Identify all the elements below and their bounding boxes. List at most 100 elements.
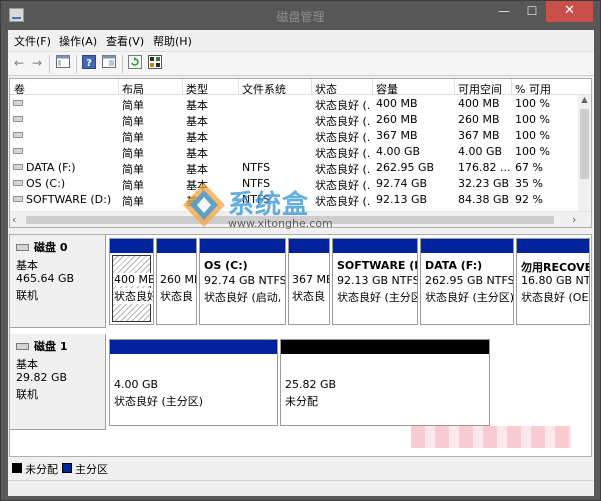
watermark-name: 系统盒	[228, 190, 310, 220]
column-divider[interactable]	[372, 79, 373, 95]
forward-arrow-icon[interactable]: →	[28, 55, 46, 73]
volume-free-space: 84.38 GB	[458, 193, 510, 206]
minimize-button[interactable]: —	[490, 1, 518, 22]
volume-name: SOFTWARE (D:)	[26, 193, 112, 206]
drive-icon	[13, 180, 23, 186]
table-row[interactable]: DATA (F:) 简单 基本 NTFS 状态良好 (... 262.95 GB…	[10, 159, 578, 176]
volume-free-space: 4.00 GB	[458, 145, 503, 158]
column-divider[interactable]	[182, 79, 183, 95]
volume-free-space: 176.82 ...	[458, 161, 510, 174]
volume-capacity: 92.74 GB	[376, 177, 428, 190]
legend: 未分配 主分区	[8, 458, 594, 478]
unallocated-bar	[281, 340, 489, 354]
volume-percent-free: 67 %	[515, 161, 543, 174]
unallocated-legend-swatch	[12, 463, 22, 473]
legend-unallocated: 未分配	[25, 463, 58, 476]
toolbar-separator	[76, 55, 77, 73]
disk-0-state: 联机	[16, 289, 38, 302]
column-divider[interactable]	[118, 79, 119, 95]
disk-1-type: 基本	[16, 358, 38, 371]
volume-filesystem: NTFS	[242, 161, 271, 174]
partition-disk0-400mb[interactable]: 400 MB 状态良好	[109, 238, 154, 325]
volume-percent-free: 100 %	[515, 97, 550, 110]
table-row[interactable]: 简单 基本 状态良好 (... 367 MB 367 MB 100 %	[10, 127, 578, 144]
scroll-left-arrow-icon[interactable]: ‹	[12, 213, 16, 226]
disk-icon	[16, 244, 29, 251]
close-button[interactable]: ✕	[546, 1, 593, 22]
volume-capacity: 92.13 GB	[376, 193, 428, 206]
disk-1-state: 联机	[16, 388, 38, 401]
disk-graphical-view: 磁盘 0 基本 465.64 GB 联机 400 MB 状态良好 260 MB …	[9, 234, 592, 457]
primary-partition-bar	[517, 239, 589, 253]
column-divider[interactable]	[311, 79, 312, 95]
vertical-scroll-thumb[interactable]	[580, 109, 589, 179]
properties-icon[interactable]	[100, 55, 118, 73]
legend-primary: 主分区	[75, 463, 108, 476]
primary-partition-bar	[333, 239, 417, 253]
disk-1-size: 29.82 GB	[16, 371, 68, 384]
drive-icon	[13, 100, 23, 106]
drive-icon	[13, 148, 23, 154]
selected-partition-body: 400 MB 状态良好	[112, 255, 153, 322]
title-bar[interactable]: 磁盘管理 — ☐ ✕	[1, 1, 600, 30]
disk-0-type: 基本	[16, 259, 38, 272]
partition-data-f[interactable]: DATA (F:) 262.95 GB NTFS 状态良好 (主分区)	[420, 238, 514, 325]
partition-disk0-260mb[interactable]: 260 MB 状态良	[156, 238, 197, 325]
volume-percent-free: 35 %	[515, 177, 543, 190]
volume-name: DATA (F:)	[26, 161, 76, 174]
refresh-icon[interactable]	[126, 55, 144, 73]
volume-percent-free: 92 %	[515, 193, 543, 206]
blurred-watermark	[411, 426, 571, 448]
primary-partition-bar	[157, 239, 196, 253]
partition-disk1-unallocated[interactable]: 25.82 GB 未分配	[280, 339, 490, 426]
back-arrow-icon[interactable]: ←	[10, 55, 28, 73]
volume-percent-free: 100 %	[515, 129, 550, 142]
table-row[interactable]: 简单 基本 状态良好 (... 4.00 GB 4.00 GB 100 %	[10, 143, 578, 160]
volume-capacity: 400 MB	[376, 97, 418, 110]
menu-file[interactable]: 文件(F)	[14, 33, 51, 49]
partition-software-d[interactable]: SOFTWARE (D:) 92.13 GB NTFS 状态良好 (主分区)	[332, 238, 418, 325]
table-row[interactable]: 简单 基本 状态良好 (... 260 MB 260 MB 100 %	[10, 111, 578, 128]
scroll-up-arrow-icon[interactable]: ▲	[578, 95, 591, 108]
table-row[interactable]: 简单 基本 状态良好 (... 400 MB 400 MB 100 %	[10, 95, 578, 112]
menu-help[interactable]: 帮助(H)	[153, 33, 192, 49]
watermark-logo: 系统盒 www.xitonghe.com	[182, 182, 362, 232]
volume-layout: 简单	[122, 195, 144, 208]
volume-free-space: 400 MB	[458, 97, 500, 110]
volume-capacity: 262.95 GB	[376, 161, 435, 174]
disk-icon	[16, 343, 29, 350]
primary-partition-bar	[110, 239, 153, 253]
logo-icon	[183, 183, 225, 227]
volume-capacity: 367 MB	[376, 129, 418, 142]
partition-recovery[interactable]: 勿用RECOVERY 16.80 GB NTFS 状态良好 (OEM	[516, 238, 590, 325]
menu-action[interactable]: 操作(A)	[59, 33, 97, 49]
help-icon[interactable]: ?	[80, 55, 98, 73]
partition-os-c[interactable]: OS (C:) 92.74 GB NTFS 状态良好 (启动, 页	[199, 238, 286, 325]
volume-percent-free: 100 %	[515, 113, 550, 126]
partition-disk1-4gb[interactable]: 4.00 GB 状态良好 (主分区)	[109, 339, 278, 426]
volume-list-vertical-scrollbar[interactable]: ▲	[578, 95, 591, 211]
console-tree-icon[interactable]	[54, 55, 72, 73]
column-divider[interactable]	[511, 79, 512, 95]
partition-disk0-367mb[interactable]: 367 MB 状态良	[288, 238, 330, 325]
volume-capacity: 260 MB	[376, 113, 418, 126]
maximize-button[interactable]: ☐	[518, 1, 546, 22]
disk-0-label[interactable]: 磁盘 0 基本 465.64 GB 联机	[10, 235, 106, 328]
menu-view[interactable]: 查看(V)	[106, 33, 144, 49]
toolbar-separator	[122, 55, 123, 73]
primary-partition-bar	[421, 239, 513, 253]
disk-1-title: 磁盘 1	[16, 338, 67, 354]
toolbar: ← → ?	[8, 51, 594, 76]
column-divider[interactable]	[238, 79, 239, 95]
drive-icon	[13, 164, 23, 170]
menu-bar: 文件(F) 操作(A) 查看(V) 帮助(H)	[8, 30, 594, 50]
rescan-disks-icon[interactable]	[146, 55, 164, 73]
scroll-right-arrow-icon[interactable]: ›	[572, 213, 576, 226]
drive-icon	[13, 196, 23, 202]
drive-icon	[13, 116, 23, 122]
disk-0-title: 磁盘 0	[16, 239, 67, 255]
volume-free-space: 32.23 GB	[458, 177, 510, 190]
drive-icon	[13, 132, 23, 138]
column-divider[interactable]	[454, 79, 455, 95]
disk-1-label[interactable]: 磁盘 1 基本 29.82 GB 联机	[10, 334, 106, 430]
